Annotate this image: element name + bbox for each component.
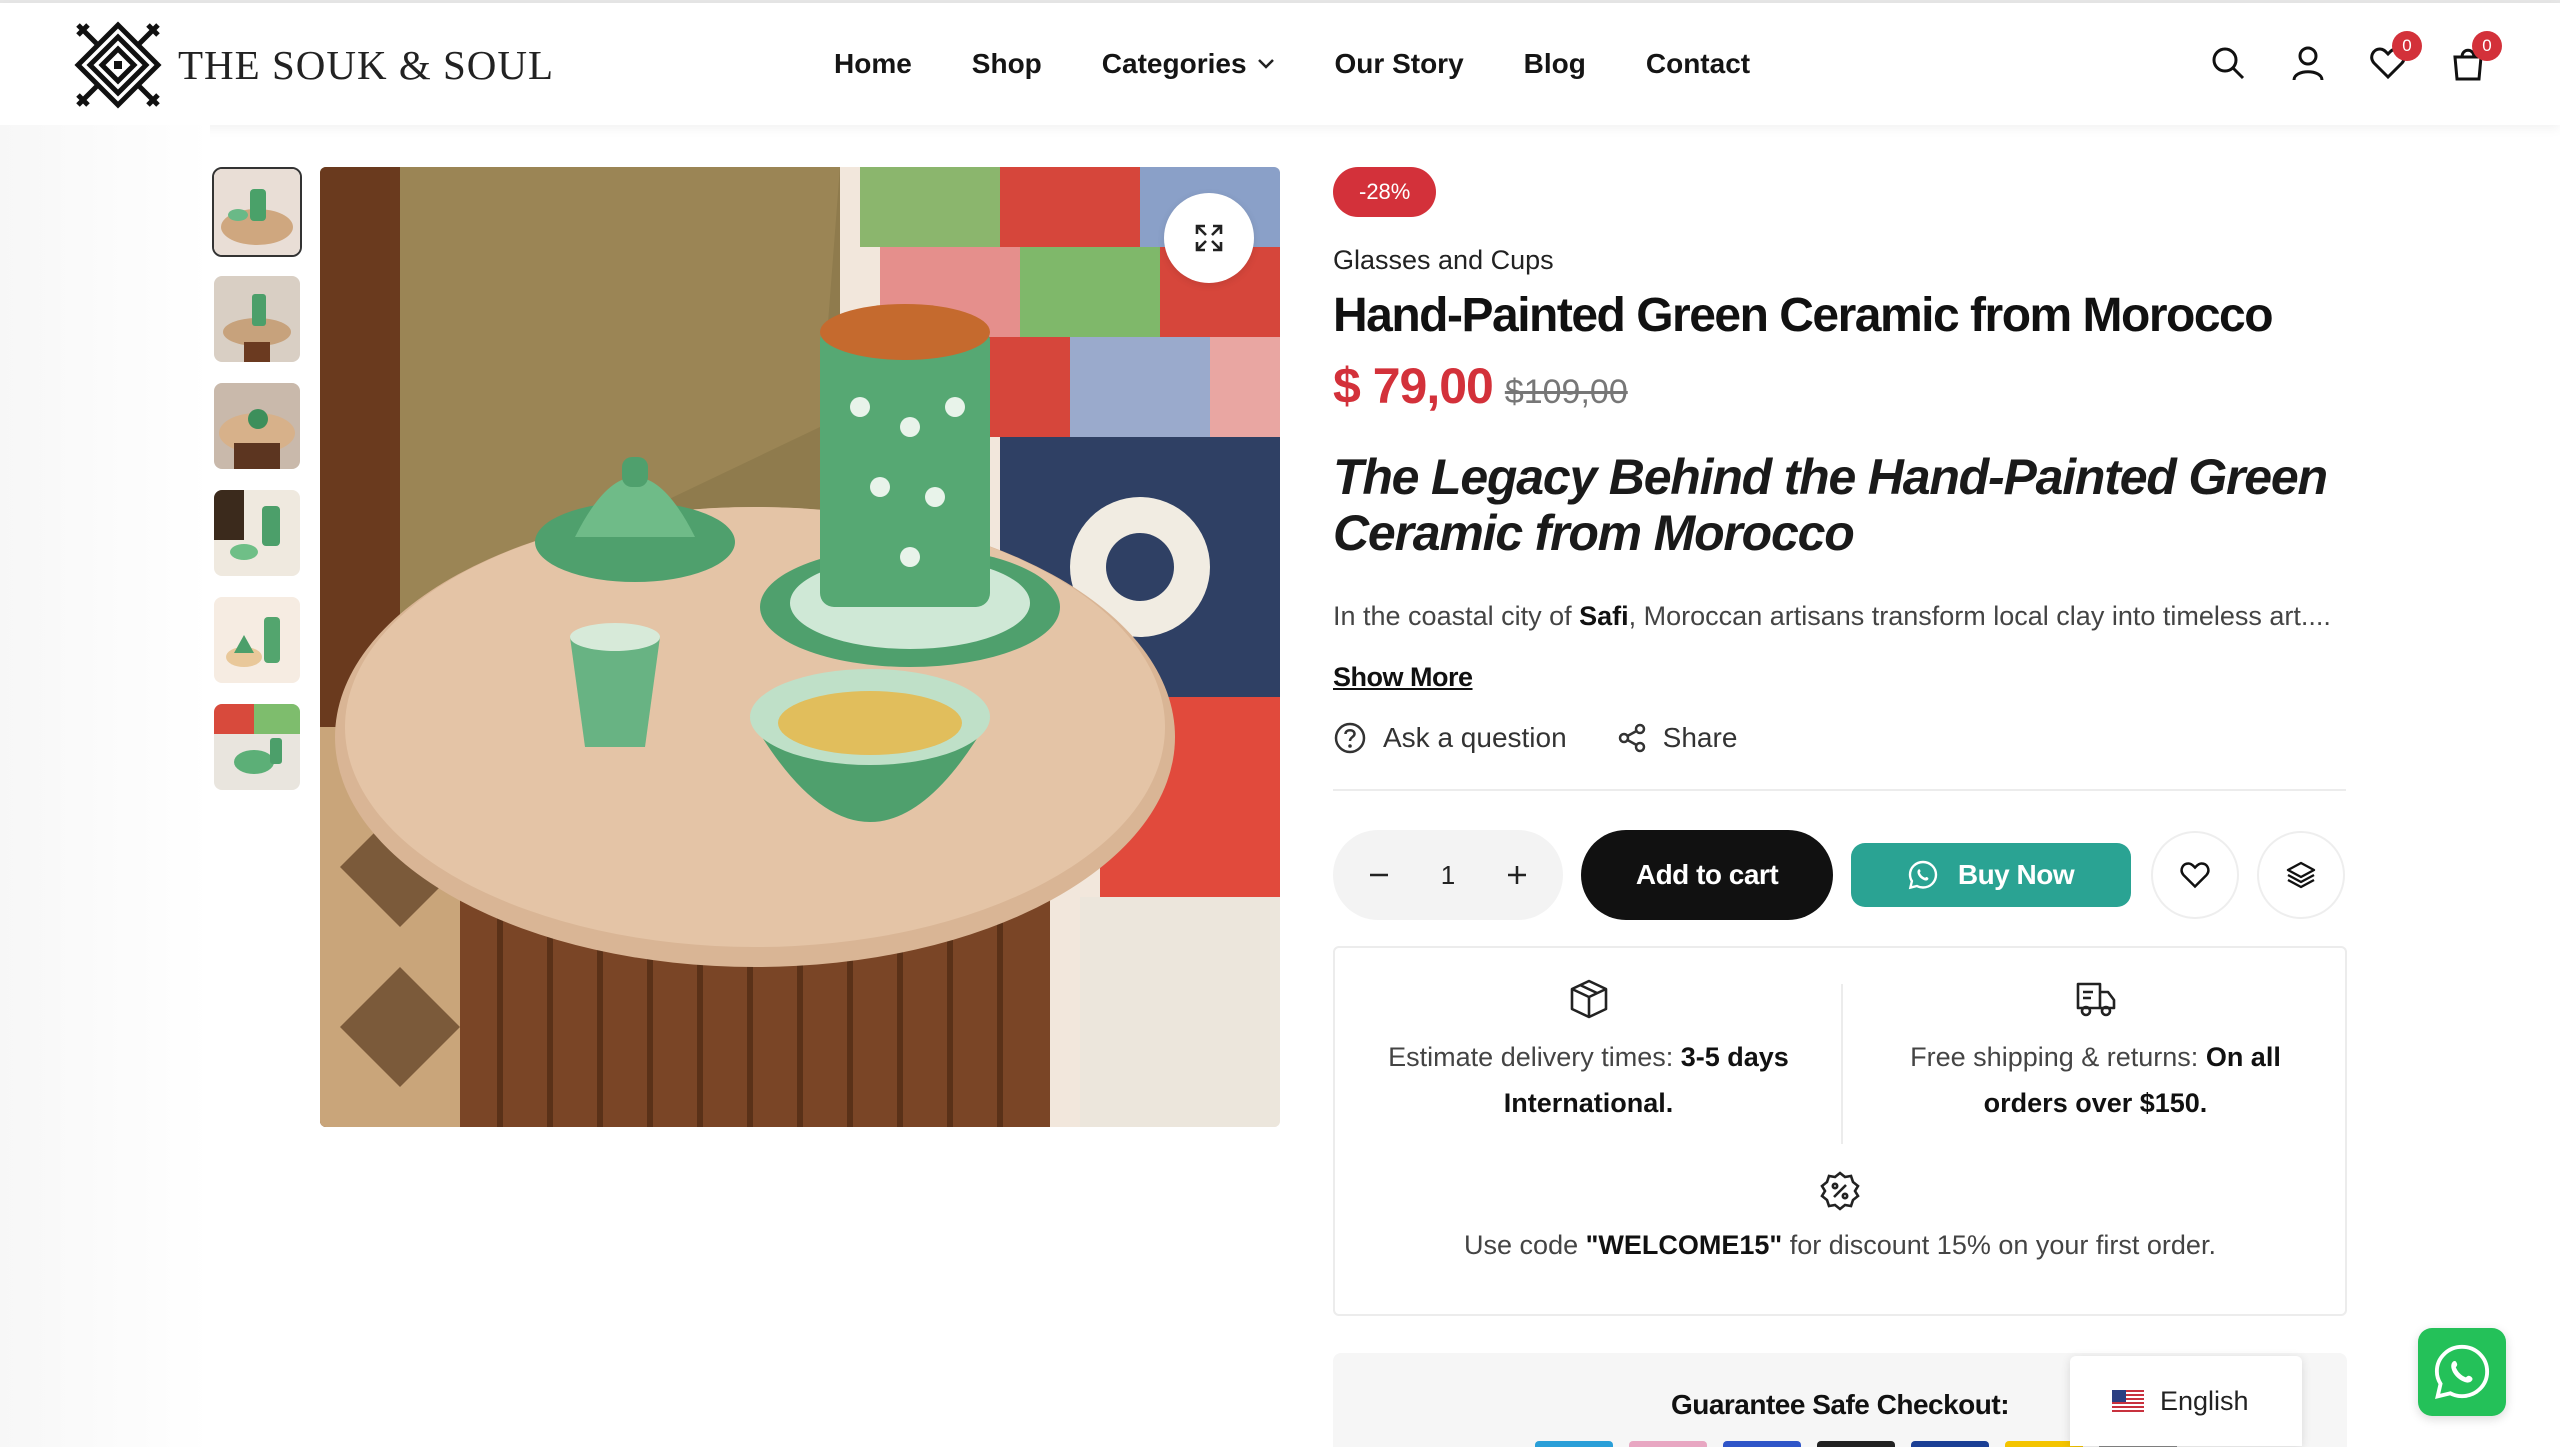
- layers-icon: [2286, 861, 2316, 889]
- whatsapp-icon: [1908, 860, 1938, 890]
- payment-icon: [1817, 1441, 1895, 1447]
- shipping-info-box: Estimate delivery times: 3-5 days Intern…: [1333, 946, 2347, 1316]
- delivery-text: Estimate delivery times:: [1388, 1042, 1681, 1072]
- discount-suffix: for discount 15% on your first order.: [1782, 1230, 2216, 1260]
- product-thumbnail-image: [214, 597, 300, 683]
- payment-icon: [1911, 1441, 1989, 1447]
- ask-question-button[interactable]: Ask a question: [1333, 721, 1567, 755]
- nav-categories[interactable]: Categories: [1102, 48, 1275, 80]
- product-title: Hand-Painted Green Ceramic from Morocco: [1333, 289, 2274, 342]
- increase-quantity-button[interactable]: [1501, 859, 1533, 891]
- share-icon: [1618, 723, 1645, 753]
- thumbnail-4[interactable]: [212, 488, 302, 578]
- nav-contact[interactable]: Contact: [1646, 48, 1750, 80]
- chevron-down-icon: [1257, 59, 1274, 69]
- whatsapp-icon: [2434, 1344, 2490, 1399]
- expand-icon: [1195, 224, 1223, 252]
- compare-button[interactable]: [2257, 831, 2345, 919]
- buy-now-label: Buy Now: [1957, 859, 2075, 890]
- language-selector[interactable]: English: [2070, 1356, 2302, 1446]
- discount-info: Use code "WELCOME15" for discount 15% on…: [1335, 1170, 2345, 1261]
- legacy-heading: The Legacy Behind the Hand-Painted Green…: [1333, 449, 2328, 561]
- site-header: THE SOUK & SOUL Home Shop Categories Our…: [0, 3, 2560, 125]
- shipping-text: Free shipping & returns:: [1910, 1042, 2206, 1072]
- main-product-image[interactable]: [320, 167, 1280, 1127]
- nav-blog[interactable]: Blog: [1524, 48, 1586, 80]
- nav-shop[interactable]: Shop: [972, 48, 1042, 80]
- thumbnail-2[interactable]: [212, 274, 302, 364]
- question-icon: [1334, 722, 1366, 754]
- brand-name: THE SOUK & SOUL: [178, 42, 555, 88]
- payment-icon: [1723, 1441, 1801, 1447]
- product-category[interactable]: Glasses and Cups: [1333, 245, 2348, 276]
- discount-prefix: Use code: [1464, 1230, 1586, 1260]
- product-thumbnail-image: [214, 490, 300, 576]
- thumbnail-5[interactable]: [212, 595, 302, 685]
- package-icon: [1570, 979, 1607, 1019]
- us-flag-icon: [2112, 1390, 2144, 1412]
- decrease-quantity-button[interactable]: [1363, 859, 1395, 891]
- cart-count-badge: 0: [2472, 31, 2502, 61]
- plus-icon: [1508, 866, 1526, 884]
- thumbnail-3[interactable]: [212, 381, 302, 471]
- thumbnail-6[interactable]: [212, 702, 302, 792]
- description-prefix: In the coastal city of: [1333, 601, 1580, 631]
- search-button[interactable]: [2208, 43, 2248, 83]
- cart-button[interactable]: 0: [2448, 31, 2502, 83]
- section-divider: [1333, 789, 2346, 791]
- add-to-cart-row: 1 Add to cart Buy Now: [1333, 830, 2345, 920]
- share-label: Share: [1662, 722, 1738, 753]
- show-more-link[interactable]: Show More: [1333, 662, 1473, 693]
- payment-icon: [1535, 1441, 1613, 1447]
- product-thumbnail-image: [214, 169, 300, 255]
- zoom-button[interactable]: [1164, 193, 1254, 283]
- price-row: $ 79,00 $109,00: [1333, 357, 2348, 415]
- discount-badge: -28%: [1333, 167, 1437, 217]
- product-description: In the coastal city of Safi, Moroccan ar…: [1333, 601, 2348, 632]
- discount-code: "WELCOME15": [1585, 1230, 1783, 1260]
- product-thumbnail-image: [214, 276, 300, 362]
- header-actions: 0 0: [2208, 31, 2502, 83]
- buy-now-button[interactable]: Buy Now: [1851, 843, 2131, 907]
- whatsapp-chat-button[interactable]: [2418, 1328, 2506, 1416]
- search-icon: [2212, 47, 2245, 80]
- page-side-shade: [0, 125, 210, 1447]
- nav-our-story[interactable]: Our Story: [1335, 48, 1464, 80]
- product-actions: Ask a question Share: [1333, 721, 2348, 755]
- thumbnail-list: [212, 167, 302, 809]
- ask-question-label: Ask a question: [1383, 722, 1567, 753]
- account-button[interactable]: [2288, 43, 2328, 83]
- quantity-stepper: 1: [1333, 830, 1563, 920]
- language-label: English: [2160, 1385, 2249, 1416]
- delivery-truck-icon: [2076, 982, 2115, 1017]
- product-thumbnail-image: [214, 704, 300, 790]
- add-to-cart-button[interactable]: Add to cart: [1581, 830, 1833, 920]
- brand-logo[interactable]: THE SOUK & SOUL: [74, 21, 554, 109]
- delivery-info: Estimate delivery times: 3-5 days Intern…: [1335, 978, 1842, 1126]
- logo-mark-icon: [74, 21, 162, 109]
- description-suffix: , Moroccan artisans transform local clay…: [1628, 601, 2331, 631]
- wishlist-count-badge: 0: [2392, 31, 2422, 61]
- shipping-info: Free shipping & returns: On all orders o…: [1842, 978, 2349, 1126]
- wishlist-button[interactable]: 0: [2368, 31, 2422, 83]
- add-to-wishlist-button[interactable]: [2151, 831, 2239, 919]
- minus-icon: [1370, 873, 1388, 877]
- nav-home[interactable]: Home: [834, 48, 912, 80]
- sale-price: $ 79,00: [1333, 358, 1494, 414]
- account-icon: [2292, 46, 2324, 81]
- product-thumbnail-image: [214, 383, 300, 469]
- original-price: $109,00: [1504, 373, 1628, 411]
- description-bold: Safi: [1579, 601, 1629, 631]
- product-photo: [320, 167, 1280, 1127]
- heart-icon: [2180, 862, 2210, 889]
- payment-icon: [1629, 1441, 1707, 1447]
- thumbnail-1[interactable]: [212, 167, 302, 257]
- product-info: -28% Glasses and Cups Hand-Painted Green…: [1333, 167, 2348, 791]
- share-button[interactable]: Share: [1617, 722, 1738, 754]
- main-nav: Home Shop Categories Our Story Blog Cont…: [834, 48, 1810, 80]
- discount-tag-icon: [1820, 1171, 1860, 1211]
- quantity-input[interactable]: 1: [1441, 860, 1455, 891]
- nav-categories-label: Categories: [1101, 48, 1247, 79]
